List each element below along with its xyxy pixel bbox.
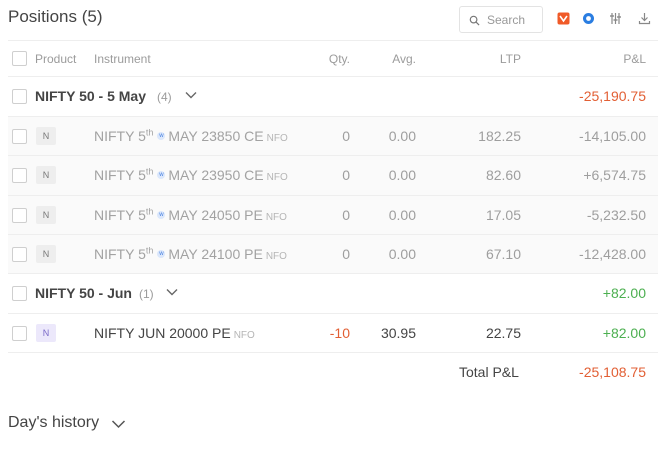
avg-value: 0.00 xyxy=(388,207,416,223)
page-title: Positions (5) xyxy=(8,7,103,26)
table-row[interactable]: N NIFTY 5th w MAY 24050 PE NFO 0 0.00 17.05… xyxy=(8,196,658,235)
instrument-ordinal: th xyxy=(145,245,154,256)
instrument-title: NIFTY JUN 20000 PE xyxy=(94,325,231,341)
avg-value: 0.00 xyxy=(388,246,416,262)
exchange-label: NFO xyxy=(233,330,255,341)
avg-value: 0.00 xyxy=(388,128,416,144)
header-divider xyxy=(8,40,658,41)
instrument-ordinal: th xyxy=(145,206,154,217)
weekly-expiry-badge: w xyxy=(157,211,166,219)
qty-value: 0 xyxy=(342,207,350,223)
instrument-ordinal: th xyxy=(145,166,154,177)
pnl-value: -14,105.00 xyxy=(579,128,646,144)
days-history-toggle[interactable]: Day's history xyxy=(8,414,99,432)
chart-icon[interactable] xyxy=(582,12,595,25)
search-input[interactable] xyxy=(487,11,539,29)
product-badge: N xyxy=(36,206,56,224)
total-row: Total P&L -25,108.75 xyxy=(8,353,658,392)
search-box[interactable] xyxy=(459,6,543,33)
instrument-prefix: NIFTY 5 xyxy=(94,246,146,262)
row-checkbox[interactable] xyxy=(12,168,27,183)
row-checkbox[interactable] xyxy=(12,129,27,144)
column-ltp[interactable]: LTP xyxy=(438,52,521,66)
table-row[interactable]: N NIFTY 5th w MAY 23950 CE NFO 0 0.00 82.60… xyxy=(8,156,658,195)
ltp-value: 22.75 xyxy=(485,325,521,341)
group-pnl: +82.00 xyxy=(602,285,646,301)
table-row[interactable]: N NIFTY 5th w MAY 23850 CE NFO 0 0.00 182.2… xyxy=(8,117,658,156)
settings-sliders-icon[interactable] xyxy=(609,12,622,25)
group-title: NIFTY 50 - 5 May xyxy=(35,88,147,104)
instrument-prefix: NIFTY 5 xyxy=(94,167,146,183)
product-badge: N xyxy=(36,245,56,263)
qty-value: 0 xyxy=(342,246,350,262)
select-all-checkbox[interactable] xyxy=(12,51,27,66)
ltp-value: 67.10 xyxy=(485,246,521,262)
qty-value: -10 xyxy=(329,325,350,341)
avg-value: 30.95 xyxy=(380,325,416,341)
instrument-suffix: MAY 24100 PE xyxy=(168,246,263,262)
chevron-down-icon[interactable] xyxy=(185,91,197,99)
instrument-ordinal: th xyxy=(145,127,154,138)
row-checkbox[interactable] xyxy=(12,326,27,341)
group-pnl: -25,190.75 xyxy=(579,88,646,104)
column-pnl[interactable]: P&L xyxy=(538,52,646,66)
product-badge: N xyxy=(36,166,56,184)
table-row[interactable]: N NIFTY JUN 20000 PE NFO -10 30.95 22.75 … xyxy=(8,314,658,353)
qty-value: 0 xyxy=(342,167,350,183)
column-avg[interactable]: Avg. xyxy=(358,52,416,66)
instrument-suffix: MAY 23850 CE xyxy=(168,128,264,144)
ltp-value: 17.05 xyxy=(485,207,521,223)
qty-value: 0 xyxy=(342,128,350,144)
column-instrument[interactable]: Instrument xyxy=(94,52,151,66)
table-row[interactable]: N NIFTY 5th w MAY 24100 PE NFO 0 0.00 67.10… xyxy=(8,235,658,274)
chevron-down-icon[interactable] xyxy=(111,419,126,429)
instrument-name: NIFTY JUN 20000 PE NFO xyxy=(94,325,255,341)
pnl-value: -5,232.50 xyxy=(586,207,646,223)
download-icon[interactable] xyxy=(638,12,651,25)
group-title: NIFTY 50 - Jun xyxy=(35,285,132,301)
group-count: (4) xyxy=(157,90,172,104)
group-checkbox[interactable] xyxy=(12,89,27,104)
row-checkbox[interactable] xyxy=(12,208,27,223)
weekly-expiry-badge: w xyxy=(157,132,166,140)
group-row[interactable]: NIFTY 50 - 5 May (4) -25,190.75 xyxy=(8,77,658,116)
ltp-value: 182.25 xyxy=(478,128,521,144)
weekly-expiry-badge: w xyxy=(157,171,166,179)
instrument-suffix: MAY 24050 PE xyxy=(168,207,263,223)
total-pnl-label: Total P&L xyxy=(459,364,519,380)
row-checkbox[interactable] xyxy=(12,247,27,262)
positions-header: Positions (5) xyxy=(0,0,666,40)
weekly-expiry-badge: w xyxy=(157,250,166,258)
instrument-prefix: NIFTY 5 xyxy=(94,207,146,223)
column-qty[interactable]: Qty. xyxy=(258,52,350,66)
pnl-value: +82.00 xyxy=(602,325,646,341)
search-icon xyxy=(469,15,480,26)
pnl-value: -12,428.00 xyxy=(579,246,646,262)
ltp-value: 82.60 xyxy=(485,167,521,183)
product-badge: N xyxy=(36,324,56,342)
group-checkbox[interactable] xyxy=(12,286,27,301)
total-pnl-value: -25,108.75 xyxy=(579,364,646,380)
avg-value: 0.00 xyxy=(388,167,416,183)
chevron-down-icon[interactable] xyxy=(166,288,178,296)
pnl-value: +6,574.75 xyxy=(583,167,646,183)
column-product[interactable]: Product xyxy=(35,52,76,66)
group-row[interactable]: NIFTY 50 - Jun (1) +82.00 xyxy=(8,274,658,313)
instrument-prefix: NIFTY 5 xyxy=(94,128,146,144)
group-count: (1) xyxy=(139,287,154,301)
product-badge: N xyxy=(36,127,56,145)
analytics-icon[interactable] xyxy=(557,12,570,25)
instrument-suffix: MAY 23950 CE xyxy=(168,167,264,183)
